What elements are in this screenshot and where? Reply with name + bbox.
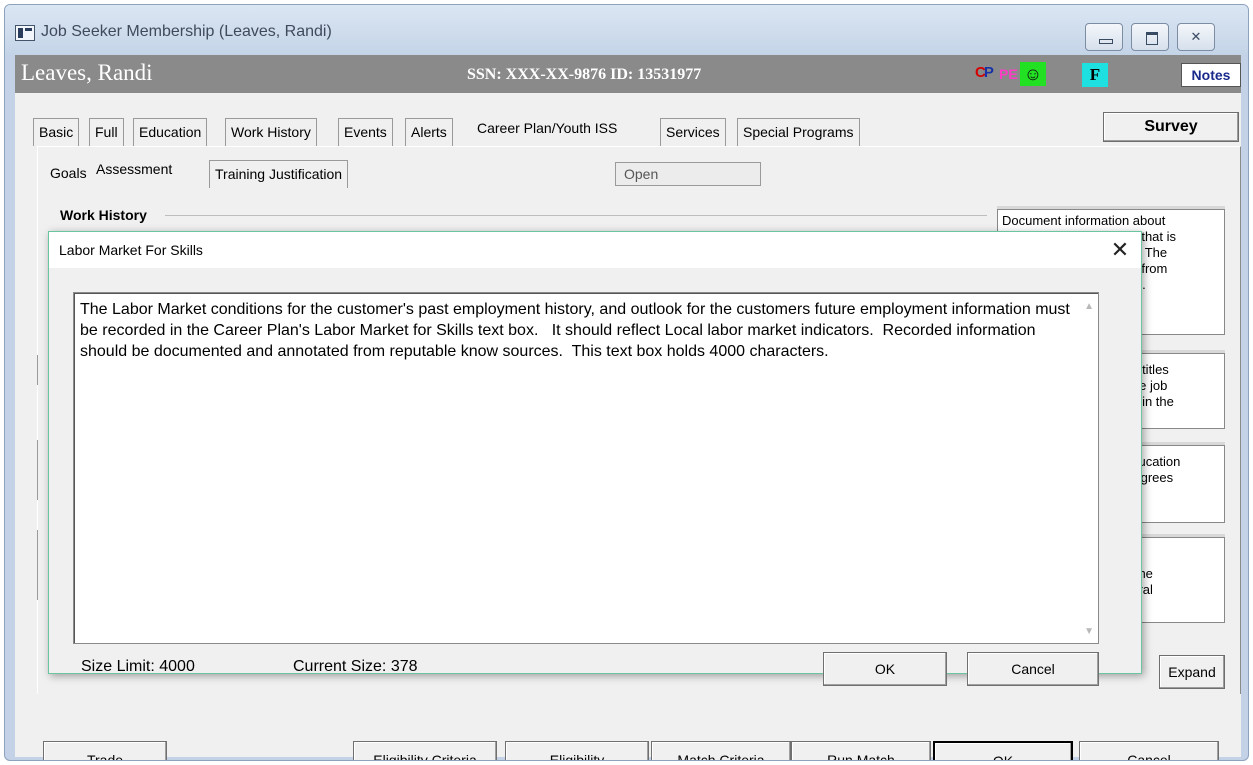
subtab-training-justification[interactable]: Training Justification bbox=[209, 160, 349, 188]
scroll-down-icon[interactable]: ▼ bbox=[1084, 626, 1094, 637]
trade-button[interactable]: Trade bbox=[43, 741, 167, 760]
scroll-up-icon[interactable]: ▲ bbox=[1084, 301, 1094, 312]
tab-education[interactable]: Education bbox=[133, 118, 208, 146]
cancel-button[interactable]: Cancel bbox=[1079, 741, 1219, 760]
tab-work-history[interactable]: Work History bbox=[225, 118, 317, 146]
tab-full[interactable]: Full bbox=[89, 118, 124, 146]
run-match-button[interactable]: Run Match bbox=[791, 741, 931, 760]
dialog-cancel-button[interactable]: Cancel bbox=[967, 652, 1099, 686]
labor-market-dialog: Labor Market For Skills ✕ The Labor Mark… bbox=[48, 231, 1142, 686]
survey-button[interactable]: Survey bbox=[1103, 112, 1239, 142]
labor-market-text: The Labor Market conditions for the cust… bbox=[80, 301, 1075, 360]
notes-button[interactable]: Notes bbox=[1181, 63, 1241, 87]
work-history-group-label: Work History bbox=[60, 207, 147, 223]
size-limit-label: Size Limit: 4000 bbox=[81, 658, 195, 675]
f-badge[interactable]: F bbox=[1082, 63, 1108, 87]
app-icon bbox=[15, 25, 35, 41]
left-panel-stub bbox=[37, 355, 43, 385]
tab-career-plan[interactable]: Career Plan/Youth ISS bbox=[471, 114, 624, 142]
tab-special-programs[interactable]: Special Programs bbox=[737, 118, 860, 146]
status-field: Open bbox=[615, 162, 761, 186]
tab-alerts[interactable]: Alerts bbox=[405, 118, 453, 146]
dialog-ok-button[interactable]: OK bbox=[823, 652, 947, 686]
window-title: Job Seeker Membership (Leaves, Randi) bbox=[41, 23, 332, 40]
minimize-button[interactable] bbox=[1085, 23, 1123, 51]
smiley-icon[interactable]: ☺ bbox=[1020, 62, 1046, 86]
left-panel-stub bbox=[37, 440, 43, 500]
ok-button[interactable]: OK bbox=[933, 741, 1073, 760]
expand-button[interactable]: Expand bbox=[1159, 655, 1225, 689]
window-titlebar[interactable]: Job Seeker Membership (Leaves, Randi) ✕ bbox=[5, 5, 1248, 55]
dialog-close-icon[interactable]: ✕ bbox=[1105, 236, 1135, 264]
match-criteria-button[interactable]: Match Criteria bbox=[651, 741, 791, 760]
customer-name: Leaves, Randi bbox=[21, 60, 153, 85]
customer-header-bar: Leaves, Randi SSN: XXX-XX-9876 ID: 13531… bbox=[15, 55, 1241, 93]
tab-events[interactable]: Events bbox=[338, 118, 393, 146]
group-divider bbox=[165, 215, 987, 216]
tab-basic[interactable]: Basic bbox=[33, 118, 80, 146]
close-window-button[interactable]: ✕ bbox=[1177, 23, 1215, 51]
dialog-titlebar[interactable]: Labor Market For Skills ✕ bbox=[49, 232, 1141, 268]
eligibility-button[interactable]: Eligibility bbox=[505, 741, 649, 760]
labor-market-textarea[interactable]: The Labor Market conditions for the cust… bbox=[73, 292, 1099, 644]
note-line: Document information about bbox=[1002, 213, 1166, 228]
career-plan-logo-icon[interactable]: CP bbox=[975, 64, 999, 86]
maximize-button[interactable] bbox=[1131, 23, 1169, 51]
dialog-title: Labor Market For Skills bbox=[59, 242, 203, 258]
ssn-id-label: SSN: XXX-XX-9876 ID: 13531977 bbox=[467, 66, 702, 83]
eligibility-criteria-button[interactable]: Eligibility Criteria bbox=[353, 741, 497, 760]
tab-services[interactable]: Services bbox=[660, 118, 726, 146]
subtab-assessment[interactable]: Assessment bbox=[91, 156, 177, 184]
subtab-goals[interactable]: Goals bbox=[45, 160, 92, 188]
current-size-label: Current Size: 378 bbox=[293, 658, 418, 675]
pe-badge[interactable]: PE bbox=[999, 66, 1018, 82]
left-panel-stub bbox=[37, 530, 43, 600]
